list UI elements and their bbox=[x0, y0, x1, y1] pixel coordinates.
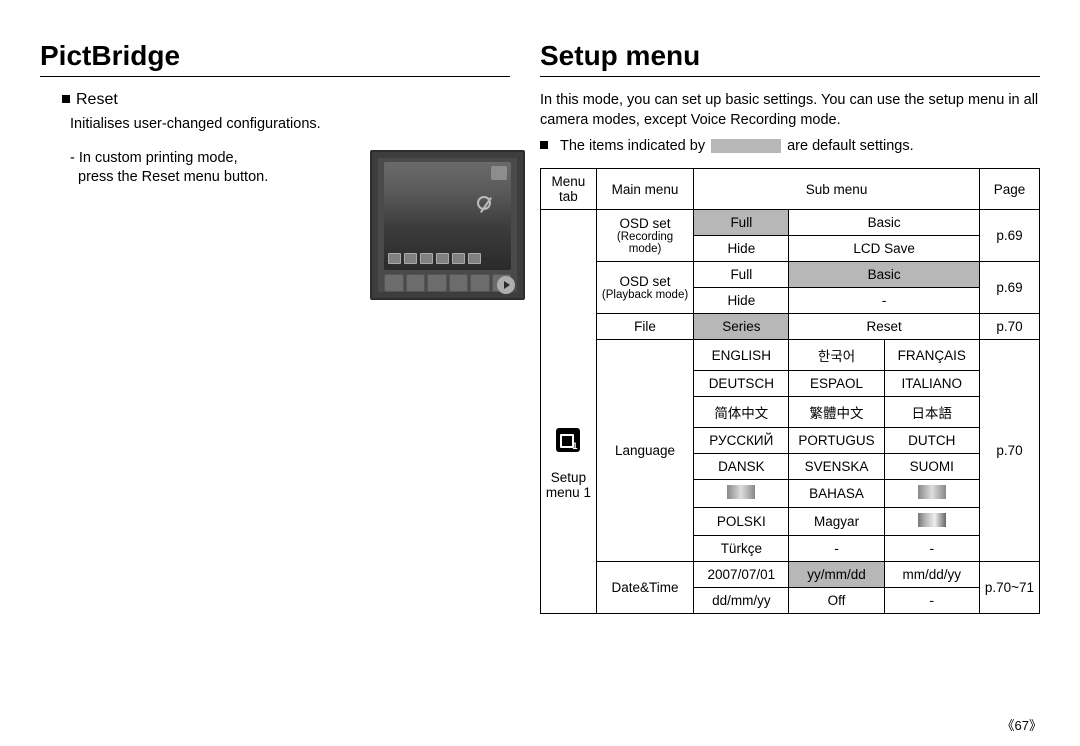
reset-label: Reset bbox=[76, 91, 118, 108]
lang-cell: SVENSKA bbox=[789, 454, 884, 480]
hdr-main-menu: Main menu bbox=[596, 169, 693, 210]
legend-text-before: The items indicated by bbox=[560, 138, 705, 154]
date-cell: dd/mm/yy bbox=[694, 588, 789, 614]
osd-rec-hide: Hide bbox=[694, 236, 789, 262]
file-reset: Reset bbox=[789, 314, 979, 340]
table-row: Language ENGLISH 한국어 FRANÇAIS p.70 bbox=[541, 340, 1040, 371]
osd-play-basic: Basic bbox=[789, 262, 979, 288]
date-cell: - bbox=[884, 588, 979, 614]
lang-cell: DUTCH bbox=[884, 428, 979, 454]
thumbnail-strip bbox=[388, 253, 481, 264]
lang-cell: FRANÇAIS bbox=[884, 340, 979, 371]
datetime-page: p.70~71 bbox=[979, 562, 1039, 614]
lang-cell: PORTUGUS bbox=[789, 428, 884, 454]
reset-section-title: Reset bbox=[62, 91, 510, 109]
lang-cell: Magyar bbox=[789, 508, 884, 536]
divider bbox=[40, 76, 510, 77]
pictbridge-heading: PictBridge bbox=[40, 40, 510, 72]
lang-cell: 简体中文 bbox=[694, 397, 789, 428]
file-label: File bbox=[596, 314, 693, 340]
table-row: Setup menu 1 OSD set (Recording mode) Fu… bbox=[541, 210, 1040, 236]
lang-cell: SUOMI bbox=[884, 454, 979, 480]
flag-icon bbox=[727, 485, 755, 499]
table-row: Date&Time 2007/07/01 yy/mm/dd mm/dd/yy p… bbox=[541, 562, 1040, 588]
date-cell: mm/dd/yy bbox=[884, 562, 979, 588]
lang-cell bbox=[694, 480, 789, 508]
file-page: p.70 bbox=[979, 314, 1039, 340]
legend-text-after: are default settings. bbox=[787, 138, 914, 154]
table-row: File Series Reset p.70 bbox=[541, 314, 1040, 340]
flag-icon bbox=[918, 485, 946, 499]
lang-cell: DANSK bbox=[694, 454, 789, 480]
hdr-sub-menu: Sub menu bbox=[694, 169, 980, 210]
osd-play-page: p.69 bbox=[979, 262, 1039, 314]
divider bbox=[540, 76, 1040, 77]
play-icon bbox=[497, 276, 515, 294]
screen-button-row bbox=[384, 274, 511, 292]
lang-cell: ESPAOL bbox=[789, 371, 884, 397]
lang-cell: 繁體中文 bbox=[789, 397, 884, 428]
osd-rec-full: Full bbox=[694, 210, 789, 236]
osd-play-dash: - bbox=[789, 288, 979, 314]
setup-menu-icon bbox=[556, 428, 580, 452]
file-series: Series bbox=[694, 314, 789, 340]
date-cell: 2007/07/01 bbox=[694, 562, 789, 588]
lang-cell: ITALIANO bbox=[884, 371, 979, 397]
date-cell: yy/mm/dd bbox=[789, 562, 884, 588]
square-bullet-icon bbox=[62, 95, 70, 103]
language-page: p.70 bbox=[979, 340, 1039, 562]
lang-cell: - bbox=[884, 536, 979, 562]
default-swatch-icon bbox=[711, 139, 781, 153]
lang-cell: BAHASA bbox=[789, 480, 884, 508]
hdr-menu-tab: Menu tab bbox=[541, 169, 597, 210]
lang-cell: ENGLISH bbox=[694, 340, 789, 371]
setup-intro: In this mode, you can set up basic setti… bbox=[540, 91, 1040, 130]
osd-play-label: OSD set (Playback mode) bbox=[596, 262, 693, 314]
lang-cell: - bbox=[789, 536, 884, 562]
osd-play-full: Full bbox=[694, 262, 789, 288]
osd-play-hide: Hide bbox=[694, 288, 789, 314]
square-bullet-icon bbox=[540, 141, 548, 149]
osd-rec-label: OSD set (Recording mode) bbox=[596, 210, 693, 262]
battery-icon bbox=[491, 166, 507, 180]
screen-preview-area bbox=[384, 162, 511, 270]
lang-cell: Türkçe bbox=[694, 536, 789, 562]
osd-rec-lcd: LCD Save bbox=[789, 236, 979, 262]
lang-cell: POLSKI bbox=[694, 508, 789, 536]
setup-menu-heading: Setup menu bbox=[540, 40, 1040, 72]
menu-tab-cell: Setup menu 1 bbox=[541, 210, 597, 614]
default-legend: The items indicated by are default setti… bbox=[540, 138, 1040, 154]
lang-cell: 한국어 bbox=[789, 340, 884, 371]
lang-cell: 日本語 bbox=[884, 397, 979, 428]
language-label: Language bbox=[596, 340, 693, 562]
lang-cell bbox=[884, 480, 979, 508]
hdr-page: Page bbox=[979, 169, 1039, 210]
table-header-row: Menu tab Main menu Sub menu Page bbox=[541, 169, 1040, 210]
lang-cell bbox=[884, 508, 979, 536]
lang-cell: РУССКИЙ bbox=[694, 428, 789, 454]
datetime-label: Date&Time bbox=[596, 562, 693, 614]
lang-cell: DEUTSCH bbox=[694, 371, 789, 397]
reset-description: Initialises user-changed configurations. bbox=[70, 115, 510, 135]
menu-tab-label: Setup menu 1 bbox=[546, 470, 591, 500]
table-row: OSD set (Playback mode) Full Basic p.69 bbox=[541, 262, 1040, 288]
camera-screen-graphic bbox=[370, 150, 525, 300]
flag-icon bbox=[918, 513, 946, 527]
date-cell: Off bbox=[789, 588, 884, 614]
page-number: 《67》 bbox=[1002, 715, 1043, 734]
osd-rec-basic: Basic bbox=[789, 210, 979, 236]
osd-rec-page: p.69 bbox=[979, 210, 1039, 262]
no-print-icon bbox=[477, 196, 491, 210]
setup-menu-table: Menu tab Main menu Sub menu Page Setup m… bbox=[540, 168, 1040, 614]
